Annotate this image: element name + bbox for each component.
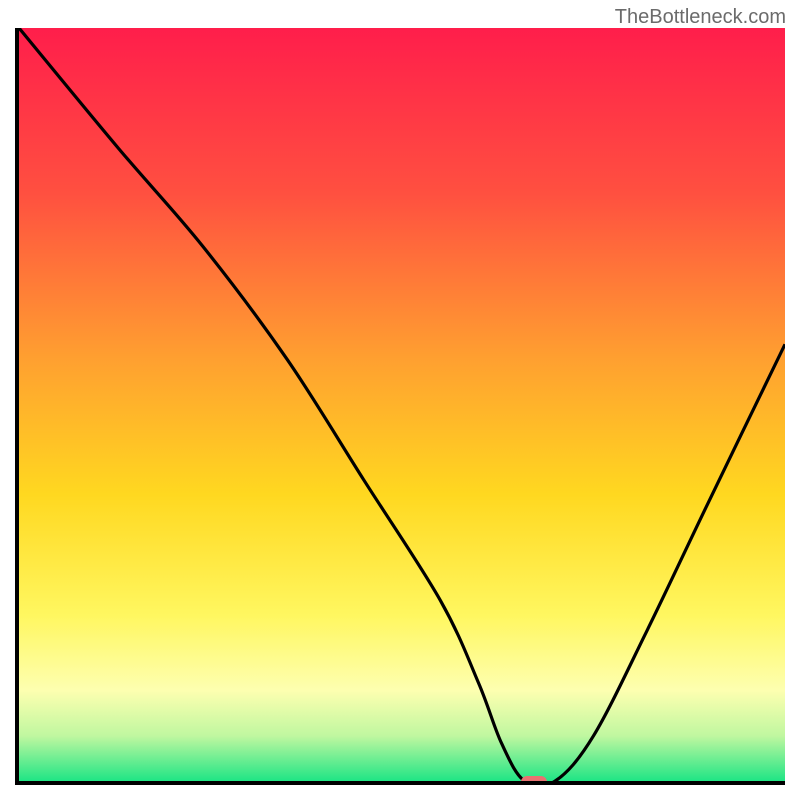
bottleneck-curve (19, 28, 785, 781)
watermark-label: TheBottleneck.com (615, 6, 786, 29)
plot-area (15, 28, 785, 785)
optimal-marker (521, 776, 547, 785)
bottleneck-chart: TheBottleneck.com (0, 0, 800, 800)
